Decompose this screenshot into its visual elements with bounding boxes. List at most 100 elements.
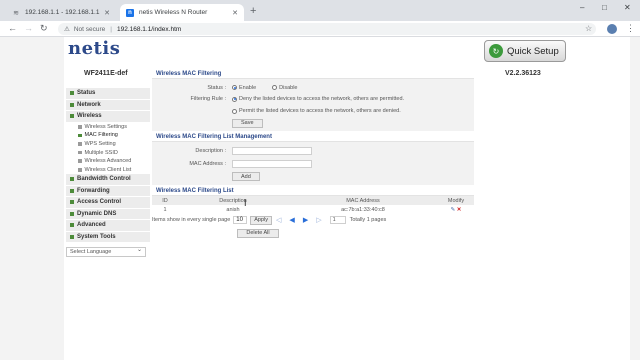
section-title-mac-filtering: Wireless MAC Filtering bbox=[152, 70, 474, 79]
bullet-icon bbox=[78, 125, 82, 129]
description-label: Description : bbox=[195, 148, 226, 154]
tab-title: netis Wireless N Router bbox=[139, 9, 208, 16]
sidebar-item-multiple-ssid[interactable]: Multiple SSID bbox=[66, 148, 150, 157]
next-page-icon[interactable]: ▶ bbox=[303, 216, 308, 224]
column-header-mac: MAC Address bbox=[288, 196, 438, 205]
sidebar-item-system-tools[interactable]: System Tools bbox=[66, 231, 150, 244]
last-page-icon[interactable]: ▷ bbox=[316, 216, 321, 224]
row-mac: ac:7b:a1:33:40:c8 bbox=[341, 206, 385, 213]
menu-dots-icon[interactable]: ⋮ bbox=[626, 23, 635, 34]
security-label: Not secure bbox=[73, 25, 106, 33]
sidebar-item-wireless-client-list[interactable]: Wireless Client List bbox=[66, 165, 150, 174]
wifi-icon: ≋ bbox=[13, 9, 19, 17]
forward-icon[interactable]: → bbox=[24, 23, 33, 33]
page-select[interactable]: 1 bbox=[329, 216, 346, 224]
prev-page-icon[interactable]: ◀ bbox=[289, 216, 294, 224]
bookmark-star-icon[interactable]: ☆ bbox=[585, 24, 592, 33]
sidebar-item-label: Advanced bbox=[77, 222, 106, 229]
sidebar-item-status[interactable]: Status bbox=[66, 88, 150, 100]
sidebar-item-label: MAC Filtering bbox=[84, 132, 118, 139]
column-header-description: Description bbox=[178, 196, 288, 205]
minimize-icon[interactable]: – bbox=[580, 3, 584, 12]
section-title-filtering-list: Wireless MAC Filtering List bbox=[152, 187, 474, 196]
model-name: WF2411E-def bbox=[84, 70, 128, 77]
description-input[interactable] bbox=[232, 147, 312, 155]
sidebar-item-wireless-settings[interactable]: Wireless Settings bbox=[66, 123, 150, 132]
maximize-icon[interactable]: □ bbox=[602, 3, 607, 12]
disable-radio[interactable]: Disable bbox=[272, 85, 297, 91]
tab-title: 192.168.1.1 - 192.168.1.1 Login A bbox=[25, 9, 100, 16]
new-tab-button[interactable]: + bbox=[250, 5, 256, 17]
section-title-list-management: Wireless MAC Filtering List Management bbox=[152, 133, 474, 142]
sidebar-item-dynamic-dns[interactable]: Dynamic DNS bbox=[66, 208, 150, 221]
back-icon[interactable]: ← bbox=[8, 23, 17, 33]
add-button[interactable]: Add bbox=[232, 172, 260, 181]
sidebar-item-label: Wireless bbox=[77, 113, 102, 120]
sidebar-item-label: Bandwidth Control bbox=[77, 176, 131, 183]
sidebar-item-bandwidth-control[interactable]: Bandwidth Control bbox=[66, 174, 150, 186]
rule-permit-listed-radio[interactable]: Permit the listed devices to access the … bbox=[232, 108, 401, 114]
browser-tab-netis[interactable]: n netis Wireless N Router ✕ bbox=[120, 4, 244, 21]
bullet-icon bbox=[78, 159, 82, 163]
bullet-icon bbox=[70, 234, 74, 239]
row-id: 1 bbox=[163, 206, 167, 213]
sidebar-item-access-control[interactable]: Access Control bbox=[66, 197, 150, 209]
sidebar-item-label: WPS Setting bbox=[84, 140, 116, 147]
table-row: 1 anish ac:7b:a1:33:40:c8 ✎ ✕ bbox=[152, 205, 474, 214]
per-page-input[interactable]: 10 bbox=[233, 216, 248, 224]
bullet-icon bbox=[70, 211, 74, 216]
sidebar-item-network[interactable]: Network bbox=[66, 99, 150, 111]
browser-tab-login[interactable]: ≋ 192.168.1.1 - 192.168.1.1 Login A ✕ bbox=[6, 4, 116, 21]
avatar[interactable] bbox=[607, 24, 617, 34]
sidebar-item-label: Status bbox=[77, 90, 96, 97]
mac-address-input[interactable] bbox=[232, 159, 312, 168]
column-header-id: ID bbox=[152, 196, 178, 205]
disable-label: Disable bbox=[279, 84, 298, 91]
row-modify-cell: ✎ ✕ bbox=[438, 205, 474, 214]
bullet-icon bbox=[70, 188, 74, 193]
quick-setup-icon: ↻ bbox=[489, 44, 503, 58]
delete-all-button[interactable]: Delete All bbox=[237, 228, 279, 238]
sidebar-item-label: Multiple SSID bbox=[84, 149, 118, 156]
close-window-icon[interactable]: ✕ bbox=[624, 3, 631, 12]
delete-icon[interactable]: ✕ bbox=[457, 207, 462, 213]
apply-button[interactable]: Apply bbox=[250, 215, 273, 225]
close-tab-icon[interactable]: ✕ bbox=[104, 9, 110, 17]
radio-icon bbox=[272, 85, 278, 90]
sidebar-item-label: Wireless Advanced bbox=[84, 158, 132, 165]
radio-icon bbox=[232, 108, 237, 114]
address-bar[interactable]: ⚠ Not secure | 192.168.1.1/index.htm bbox=[58, 23, 596, 35]
sidebar-item-advanced[interactable]: Advanced bbox=[66, 220, 150, 232]
status-label: Status : bbox=[207, 84, 226, 91]
sidebar-item-wps-setting[interactable]: WPS Setting bbox=[66, 140, 150, 149]
rule-permit-listed-label: Permit the listed devices to access the … bbox=[239, 108, 401, 114]
rule-deny-listed-radio[interactable]: Deny the listed devices to access the ne… bbox=[232, 96, 404, 102]
sidebar-item-wireless-advanced[interactable]: Wireless Advanced bbox=[66, 157, 150, 166]
url-text: 192.168.1.1/index.htm bbox=[116, 25, 182, 33]
edit-icon[interactable]: ✎ bbox=[451, 207, 456, 213]
sidebar-item-wireless[interactable]: Wireless bbox=[66, 111, 150, 123]
per-page-label: Items show in every single page bbox=[152, 217, 231, 223]
close-tab-icon[interactable]: ✕ bbox=[232, 9, 238, 17]
sidebar-item-mac-filtering[interactable]: MAC Filtering bbox=[66, 131, 150, 140]
save-button[interactable]: Save bbox=[232, 118, 263, 128]
row-description: anish bbox=[226, 206, 240, 213]
table-header: ID Description MAC Address Modify bbox=[152, 196, 474, 205]
bullet-icon bbox=[70, 177, 74, 182]
language-select[interactable]: Select Language bbox=[66, 246, 146, 258]
column-header-modify: Modify bbox=[438, 196, 474, 205]
reload-icon[interactable]: ↻ bbox=[40, 23, 48, 34]
first-page-icon[interactable]: ◁ bbox=[276, 216, 281, 224]
text-cursor-icon: I bbox=[244, 198, 247, 208]
quick-setup-button[interactable]: ↻ Quick Setup bbox=[484, 40, 566, 62]
enable-radio[interactable]: Enable bbox=[232, 85, 256, 91]
sidebar-item-label: Network bbox=[77, 101, 101, 108]
bullet-icon bbox=[70, 200, 74, 205]
sidebar-item-label: Access Control bbox=[77, 199, 122, 206]
sidebar-item-label: System Tools bbox=[77, 233, 116, 240]
bullet-icon bbox=[78, 168, 82, 172]
rule-deny-listed-label: Deny the listed devices to access the ne… bbox=[239, 96, 405, 102]
radio-icon bbox=[232, 96, 237, 102]
bullet-icon bbox=[78, 133, 82, 138]
sidebar-item-forwarding[interactable]: Forwarding bbox=[66, 185, 150, 198]
